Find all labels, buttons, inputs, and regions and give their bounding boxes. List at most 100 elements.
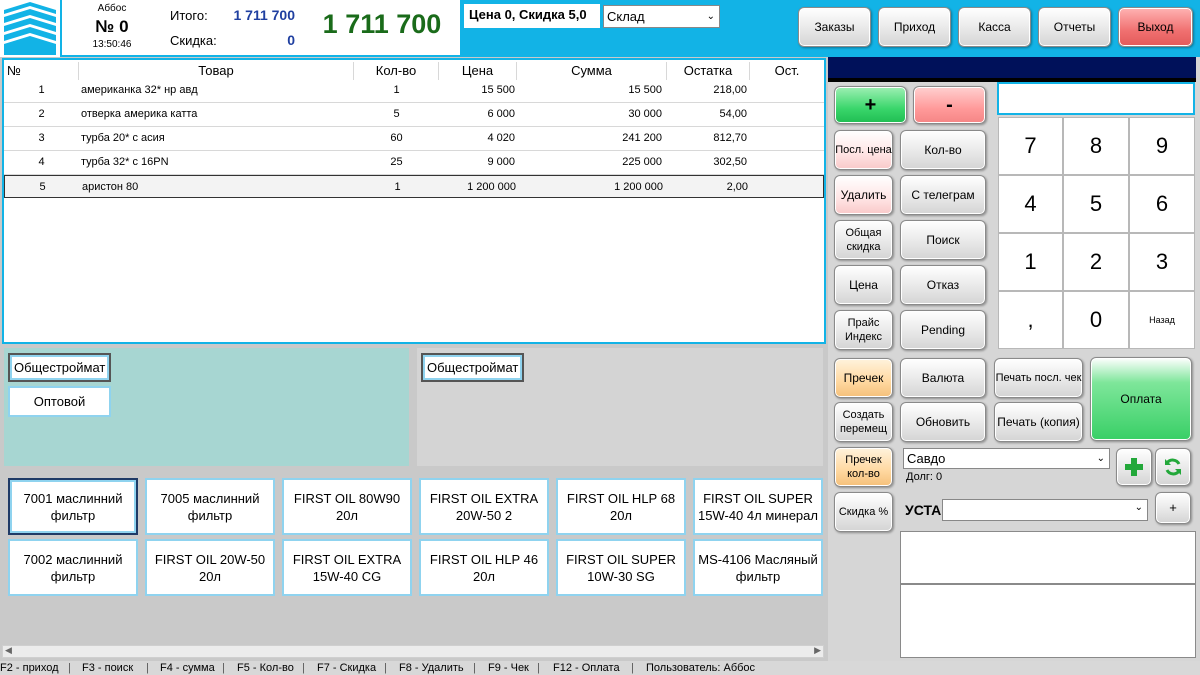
logo [0, 0, 60, 57]
row-stock: 2,00 [726, 181, 748, 193]
status-separator: | [537, 662, 540, 674]
column-header-qty[interactable]: Кол-во [354, 62, 439, 80]
category-panel-right: Общестроймат [417, 348, 823, 466]
income-button[interactable]: Приход [878, 7, 951, 47]
cash-button[interactable]: Касса [958, 7, 1031, 47]
table-row[interactable]: 2 отверка америка катта 5 6 000 30 000 5… [4, 103, 824, 127]
search-button[interactable]: Поиск [900, 220, 986, 260]
refresh-customers-button[interactable] [1155, 448, 1191, 486]
product-tile[interactable]: FIRST OIL HLP 68 20л [556, 478, 686, 535]
product-tile[interactable]: 7001 маслинний фильтр [8, 478, 138, 535]
status-separator: | [68, 662, 71, 674]
increase-qty-button[interactable]: + [834, 86, 907, 124]
keypad-key-6[interactable]: 6 [1129, 175, 1195, 233]
product-tile[interactable]: FIRST OIL HLP 46 20л [419, 539, 549, 596]
row-sum: 15 500 [628, 84, 662, 96]
pay-button[interactable]: Оплата [1090, 357, 1192, 441]
row-number: 1 [38, 84, 45, 96]
refuse-button[interactable]: Отказ [900, 265, 986, 305]
keypad-key-5[interactable]: 5 [1063, 175, 1129, 233]
keypad-backspace-button[interactable]: Назад [1129, 291, 1195, 349]
category-button[interactable]: Общестроймат [8, 353, 111, 382]
quantity-button[interactable]: Кол-во [900, 130, 986, 170]
keypad-key-comma[interactable]: , [998, 291, 1063, 349]
row-price: 15 500 [481, 84, 515, 96]
column-header-sum[interactable]: Сумма [517, 62, 667, 80]
product-tile[interactable]: MS-4106 Масляный фильтр [693, 539, 823, 596]
chevron-down-icon: ⌄ [706, 11, 715, 22]
product-tile[interactable]: FIRST OIL EXTRA 20W-50 2 [419, 478, 549, 535]
currency-button[interactable]: Валюта [900, 358, 986, 398]
total-value: 1 711 700 [233, 7, 295, 23]
product-tile[interactable]: FIRST OIL 20W-50 20л [145, 539, 275, 596]
order-time: 13:50:46 [92, 39, 132, 50]
product-tile[interactable]: 7002 маслинний фильтр [8, 539, 138, 596]
chevron-down-icon: ⌄ [1134, 502, 1143, 513]
keypad-key-2[interactable]: 2 [1063, 233, 1129, 291]
column-header-price[interactable]: Цена [439, 62, 517, 80]
master-select[interactable]: ⌄ [942, 499, 1148, 521]
exit-button[interactable]: Выход [1118, 7, 1193, 47]
discount-label: Скидка: [170, 33, 217, 48]
create-transfer-button[interactable]: Создать перемещ [834, 402, 893, 442]
delete-button[interactable]: Удалить [834, 175, 893, 215]
precheck-qty-button[interactable]: Пречек кол-во [834, 447, 893, 487]
scroll-left-icon[interactable]: ◀ [5, 645, 12, 656]
row-item: турба 20* с асия [81, 132, 165, 144]
category-button[interactable]: Общестроймат [421, 353, 524, 382]
grand-total: 1 711 700 [322, 9, 442, 39]
orders-button[interactable]: Заказы [798, 7, 871, 47]
refresh-button[interactable]: Обновить [900, 402, 986, 442]
keypad-display-input[interactable] [997, 82, 1195, 115]
warehouse-select-value: Склад [607, 9, 645, 24]
keypad-key-9[interactable]: 9 [1129, 117, 1195, 175]
category-button[interactable]: Оптовой [8, 386, 111, 417]
table-row[interactable]: 4 турба 32* с 16PN 25 9 000 225 000 302,… [4, 151, 824, 175]
last-price-button[interactable]: Посл. цена [834, 130, 893, 170]
add-customer-button[interactable] [1116, 448, 1152, 486]
total-discount-button[interactable]: Общая скидка [834, 220, 893, 260]
row-number: 4 [38, 156, 45, 168]
product-tile[interactable]: 7005 маслинний фильтр [145, 478, 275, 535]
cashier-name: Аббос [97, 3, 127, 14]
print-last-receipt-button[interactable]: Печать посл. чек [994, 358, 1083, 398]
row-sum: 241 200 [622, 132, 662, 144]
scroll-right-icon[interactable]: ▶ [814, 645, 821, 656]
horizontal-scrollbar[interactable]: ◀ ▶ [2, 645, 824, 658]
note-area-top[interactable] [900, 531, 1196, 584]
hotkey-hint: F7 - Скидка [317, 662, 377, 674]
keypad-key-0[interactable]: 0 [1063, 291, 1129, 349]
add-master-button[interactable]: + [1155, 492, 1191, 524]
product-tile[interactable]: FIRST OIL SUPER 10W-30 SG [556, 539, 686, 596]
column-header-stock-short[interactable]: Ост. [750, 62, 824, 80]
price-index-button[interactable]: Прайс Индекс [834, 310, 893, 350]
table-row[interactable]: 1 американка 32* нр авд 1 15 500 15 500 … [4, 79, 824, 103]
keypad-key-4[interactable]: 4 [998, 175, 1063, 233]
price-button[interactable]: Цена [834, 265, 893, 305]
keypad-key-7[interactable]: 7 [998, 117, 1063, 175]
product-tile[interactable]: FIRST OIL SUPER 15W-40 4л минерал [693, 478, 823, 535]
chevron-down-icon: ⌄ [1096, 453, 1105, 464]
keypad-key-3[interactable]: 3 [1129, 233, 1195, 291]
keypad-key-1[interactable]: 1 [998, 233, 1063, 291]
keypad-key-8[interactable]: 8 [1063, 117, 1129, 175]
column-header-number[interactable]: № [4, 62, 79, 80]
pending-button[interactable]: Pending [900, 310, 986, 350]
column-header-stock[interactable]: Остатка [667, 62, 750, 80]
status-bar: F2 - приход | F3 - поиск | F4 - сумма | … [0, 661, 1200, 675]
table-row-selected[interactable]: 5 аристон 80 1 1 200 000 1 200 000 2,00 [4, 175, 824, 198]
print-copy-button[interactable]: Печать (копия) [994, 402, 1083, 442]
reports-button[interactable]: Отчеты [1038, 7, 1111, 47]
column-header-item[interactable]: Товар [79, 62, 354, 80]
precheck-button[interactable]: Пречек [834, 358, 893, 398]
row-item: американка 32* нр авд [81, 84, 198, 96]
note-area-bottom[interactable] [900, 584, 1196, 658]
discount-percent-button[interactable]: Скидка % [834, 492, 893, 532]
product-tile[interactable]: FIRST OIL EXTRA 15W-40 CG [282, 539, 412, 596]
warehouse-select[interactable]: Склад ⌄ [603, 5, 720, 28]
product-tile[interactable]: FIRST OIL 80W90 20л [282, 478, 412, 535]
customer-select[interactable]: Савдо ⌄ [903, 448, 1110, 469]
decrease-qty-button[interactable]: - [913, 86, 986, 124]
from-telegram-button[interactable]: С телеграм [900, 175, 986, 215]
table-row[interactable]: 3 турба 20* с асия 60 4 020 241 200 812,… [4, 127, 824, 151]
